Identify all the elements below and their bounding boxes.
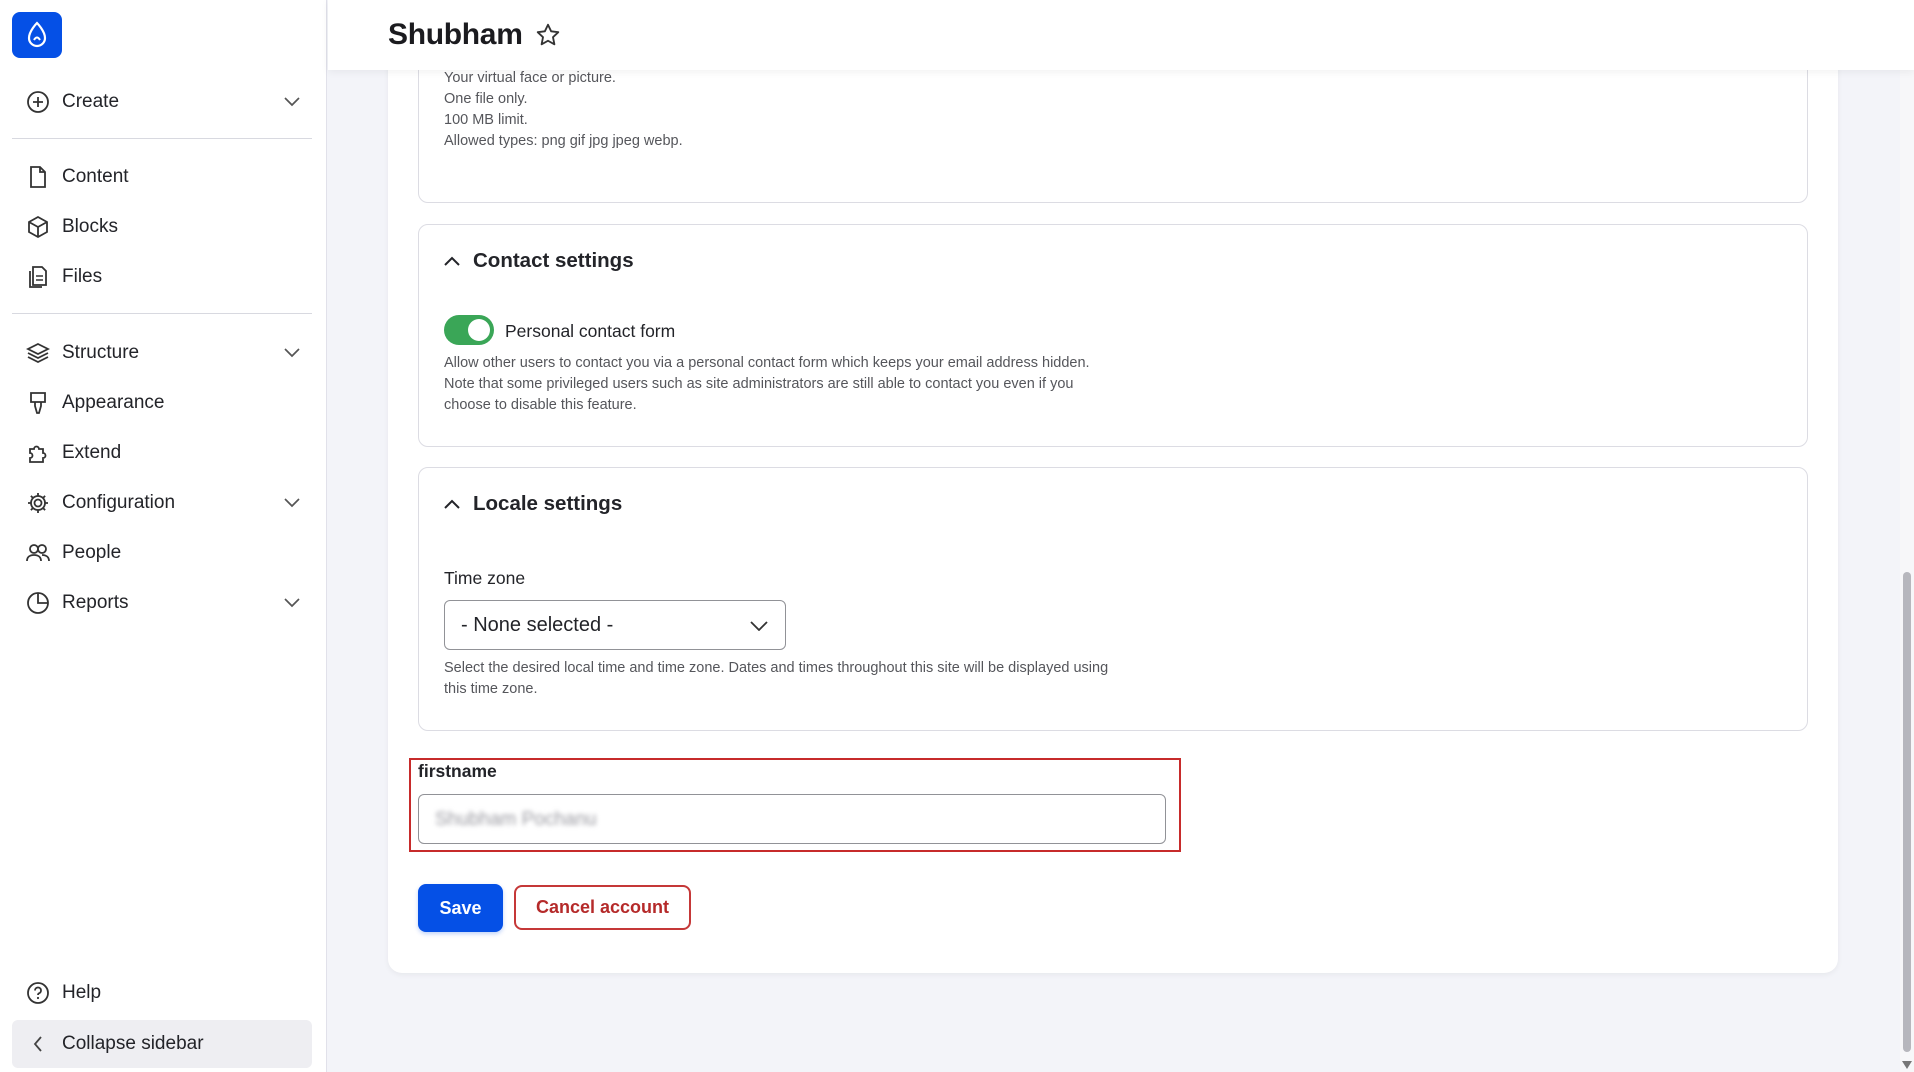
- sidebar: Create Content Blocks Files Structure Ap…: [0, 0, 327, 1072]
- chevron-down-icon[interactable]: [282, 92, 302, 112]
- timezone-help: Select the desired local time and time z…: [444, 658, 1108, 700]
- firstname-label: firstname: [418, 761, 497, 781]
- sidebar-item-label: Files: [62, 266, 103, 287]
- sidebar-item-label: Help: [62, 982, 102, 1003]
- help-line: Allowed types: png gif jpg jpeg webp.: [444, 133, 683, 149]
- timezone-label: Time zone: [444, 568, 526, 588]
- sidebar-item-files[interactable]: Files: [12, 255, 312, 299]
- chevron-left-icon: [24, 1030, 52, 1058]
- sidebar-divider: [12, 138, 312, 139]
- help-line: this time zone.: [444, 681, 538, 697]
- page-scrollbar[interactable]: [1900, 0, 1914, 1072]
- sidebar-item-people[interactable]: People: [12, 531, 312, 575]
- files-icon: [24, 263, 52, 291]
- contact-help: Allow other users to contact you via a p…: [444, 353, 1090, 416]
- collapse-sidebar-button[interactable]: Collapse sidebar: [12, 1020, 312, 1068]
- help-line: choose to disable this feature.: [444, 397, 637, 413]
- toggle-knob: [468, 319, 490, 341]
- chevron-down-icon: [749, 616, 769, 636]
- chevron-down-icon[interactable]: [282, 493, 302, 513]
- chevron-up-icon: [443, 252, 461, 270]
- page-title: Shubham: [388, 18, 523, 51]
- sidebar-item-reports[interactable]: Reports: [12, 581, 312, 625]
- help-line: 100 MB limit.: [444, 112, 528, 128]
- puzzle-icon: [24, 439, 52, 467]
- people-icon: [24, 539, 52, 567]
- document-icon: [24, 163, 52, 191]
- drupal-logo[interactable]: [12, 12, 62, 58]
- panel-title: Contact settings: [473, 249, 634, 272]
- scroll-thumb[interactable]: [1903, 572, 1911, 1052]
- star-icon[interactable]: [535, 22, 561, 48]
- chevron-down-icon[interactable]: [282, 593, 302, 613]
- timezone-select[interactable]: - None selected -: [444, 600, 786, 650]
- locale-settings-panel: Locale settings Time zone - None selecte…: [418, 467, 1808, 731]
- sidebar-item-label: Content: [62, 166, 129, 187]
- sidebar-divider: [12, 313, 312, 314]
- timezone-selected-value: - None selected -: [461, 613, 614, 636]
- sidebar-item-appearance[interactable]: Appearance: [12, 381, 312, 425]
- sidebar-item-help[interactable]: Help: [12, 971, 312, 1015]
- panel-title: Locale settings: [473, 492, 623, 515]
- sidebar-item-label: Blocks: [62, 216, 118, 237]
- sidebar-item-label: People: [62, 542, 122, 563]
- sidebar-item-label: Configuration: [62, 492, 176, 513]
- help-line: Select the desired local time and time z…: [444, 660, 1109, 676]
- contact-settings-panel: Contact settings Personal contact form A…: [418, 224, 1808, 447]
- help-line: Allow other users to contact you via a p…: [444, 355, 1090, 371]
- page-header: Shubham: [328, 0, 1914, 70]
- chevron-up-icon: [443, 495, 461, 513]
- layers-icon: [24, 339, 52, 367]
- locale-settings-summary[interactable]: Locale settings: [443, 492, 622, 516]
- personal-contact-toggle[interactable]: [444, 315, 494, 345]
- sidebar-item-label: Appearance: [62, 392, 165, 413]
- question-circle-icon: [24, 979, 52, 1007]
- toggle-label: Personal contact form: [505, 321, 676, 341]
- gear-icon: [24, 489, 52, 517]
- cancel-account-button[interactable]: Cancel account: [514, 885, 691, 930]
- sidebar-item-label: Create: [62, 91, 120, 112]
- brush-icon: [24, 389, 52, 417]
- save-button[interactable]: Save: [418, 884, 503, 932]
- sidebar-item-label: Extend: [62, 442, 122, 463]
- help-line: One file only.: [444, 91, 528, 107]
- firstname-value: Shubham Pochanu: [435, 809, 597, 830]
- contact-settings-summary[interactable]: Contact settings: [443, 249, 634, 273]
- sidebar-item-content[interactable]: Content: [12, 155, 312, 199]
- cube-icon: [24, 213, 52, 241]
- sidebar-item-blocks[interactable]: Blocks: [12, 205, 312, 249]
- chevron-down-icon[interactable]: [282, 343, 302, 363]
- drop-icon: [27, 21, 47, 48]
- plus-circle-icon: [24, 88, 52, 116]
- firstname-input[interactable]: Shubham Pochanu: [418, 794, 1166, 844]
- sidebar-item-label: Reports: [62, 592, 129, 613]
- pie-chart-icon: [24, 589, 52, 617]
- sidebar-item-extend[interactable]: Extend: [12, 431, 312, 475]
- collapse-sidebar-label: Collapse sidebar: [62, 1033, 204, 1054]
- help-line: Your virtual face or picture.: [444, 70, 616, 86]
- help-line: Note that some privileged users such as …: [444, 376, 1074, 392]
- sidebar-item-create[interactable]: Create: [12, 80, 312, 124]
- picture-help: Your virtual face or picture. One file o…: [444, 68, 683, 152]
- sidebar-item-configuration[interactable]: Configuration: [12, 481, 312, 525]
- sidebar-item-structure[interactable]: Structure: [12, 331, 312, 375]
- scroll-down-arrow-icon[interactable]: [1902, 1060, 1912, 1070]
- sidebar-item-label: Structure: [62, 342, 140, 363]
